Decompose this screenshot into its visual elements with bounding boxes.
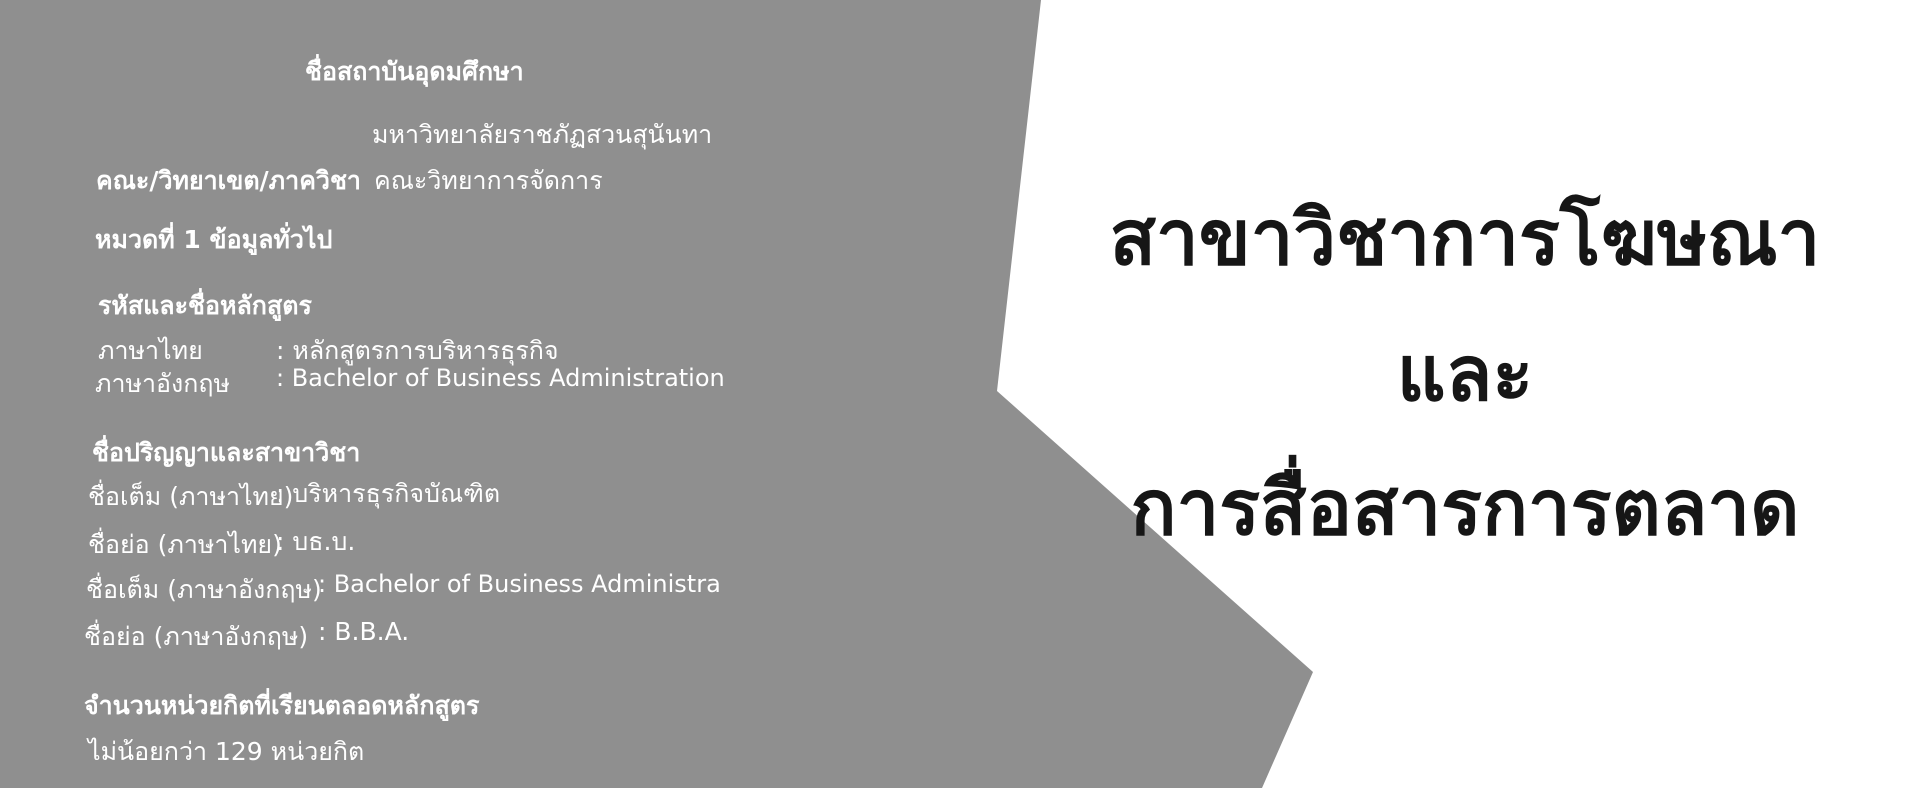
curriculum-english-label: ภาษาอังกฤษ: [95, 369, 231, 398]
degree-full-thai-value: : บริหารธุรกิจบัณฑิต: [276, 479, 501, 508]
degree-abbr-thai-value: : บธ.บ.: [276, 527, 356, 556]
credits-heading: จำนวนหน่วยกิตที่เรียนตลอดหลักสูตร: [84, 691, 480, 720]
faculty-value: คณะวิทยาการจัดการ: [374, 166, 603, 195]
curriculum-english-value: : Bachelor of Business Administration: [276, 364, 725, 392]
section-title: หมวดที่ 1 ข้อมูลทั่วไป: [95, 225, 333, 254]
credits-value: ไม่น้อยกว่า 129 หน่วยกิต: [88, 737, 365, 766]
faculty-label: คณะ/วิทยาเขต/ภาควิชา: [96, 166, 361, 195]
curriculum-heading: รหัสและชื่อหลักสูตร: [98, 291, 312, 320]
degree-abbr-english-value: : B.B.A.: [318, 617, 410, 646]
degree-abbr-thai-label: ชื่อย่อ (ภาษาไทย): [88, 530, 282, 559]
program-title-line-1: สาขาวิชาการโฆษณา: [1109, 193, 1821, 282]
institution-name: มหาวิทยาลัยราชภัฏสวนสุนันทา: [372, 120, 713, 149]
degree-full-thai-label: ชื่อเต็ม (ภาษาไทย): [88, 482, 294, 511]
program-title-line-3: การสื่อสารการตลาด: [1130, 463, 1800, 552]
degree-full-english-label: ชื่อเต็ม (ภาษาอังกฤษ): [86, 575, 322, 604]
institution-heading: ชื่อสถาบันอุดมศึกษา: [305, 57, 524, 86]
degree-heading: ชื่อปริญญาและสาขาวิชา: [92, 438, 361, 467]
program-title-line-2: และ: [1396, 329, 1534, 418]
degree-full-english-value: : Bachelor of Business Administra: [318, 570, 721, 598]
degree-abbr-english-label: ชื่อย่อ (ภาษาอังกฤษ): [84, 622, 309, 651]
